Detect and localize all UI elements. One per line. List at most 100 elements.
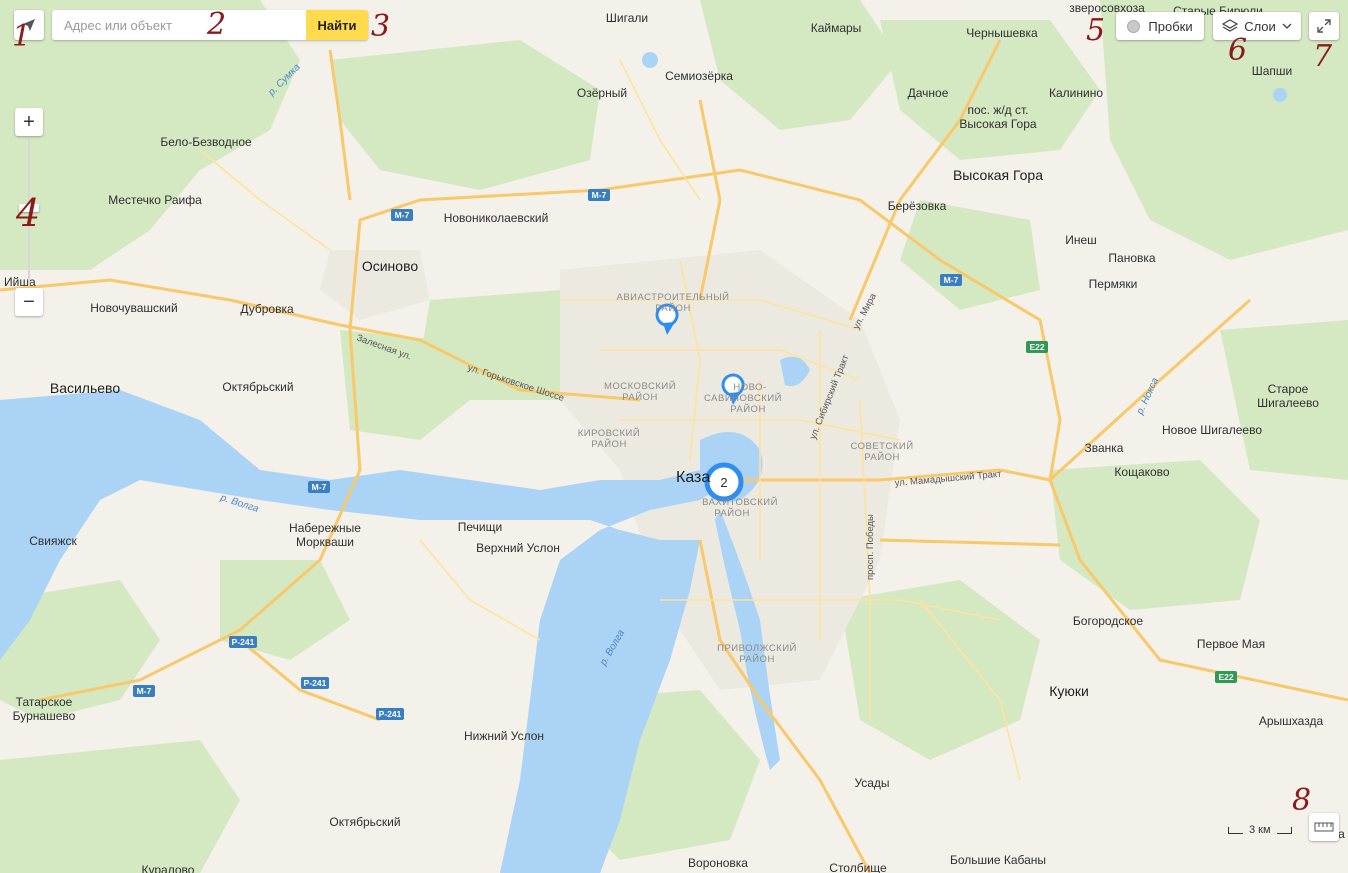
svg-text:Р-241: Р-241 [379,709,402,719]
svg-text:Васильево: Васильево [50,380,120,396]
svg-text:Новое Шигалеево: Новое Шигалеево [1162,423,1262,437]
svg-text:М-7: М-7 [137,686,152,696]
annotation-number: 3 [371,9,391,44]
annotation-number: 1 [12,19,32,54]
ruler-button[interactable] [1309,813,1339,841]
svg-text:М-7: М-7 [312,482,327,492]
svg-text:Свияжск: Свияжск [29,534,77,548]
svg-text:Калинино: Калинино [1049,86,1103,100]
svg-text:просп. Победы: просп. Победы [865,514,876,580]
search-input[interactable] [52,10,306,40]
svg-text:Октябрьский: Октябрьский [329,815,400,829]
traffic-dot-icon [1127,19,1141,33]
svg-text:Нижний Услон: Нижний Услон [464,729,544,743]
svg-text:Усады: Усады [854,776,889,790]
svg-text:Бело-Безводное: Бело-Безводное [160,135,252,149]
svg-text:М-7: М-7 [592,190,607,200]
svg-text:Шигали: Шигали [606,11,648,25]
layers-stack-icon [1222,19,1239,32]
svg-text:Столбище: Столбище [829,861,887,873]
svg-text:Высокая Гора: Высокая Гора [959,117,1037,131]
svg-text:Октябрьский: Октябрьский [222,380,293,394]
svg-text:Дачное: Дачное [908,86,949,100]
svg-text:Чернышевка: Чернышевка [966,26,1038,40]
svg-text:Бурнашево: Бурнашево [13,709,76,723]
svg-text:Верхний Услон: Верхний Услон [476,541,560,555]
svg-text:Инеш: Инеш [1065,233,1097,247]
svg-text:М-7: М-7 [395,210,410,220]
svg-text:E22: E22 [1218,672,1233,682]
svg-text:МОСКОВСКИЙ: МОСКОВСКИЙ [604,380,676,392]
layers-label: Слои [1244,18,1276,34]
svg-text:Званка: Званка [1085,441,1124,455]
chevron-down-icon [1282,23,1292,29]
svg-text:РАЙОН: РАЙОН [714,507,750,519]
svg-text:КИРОВСКИЙ: КИРОВСКИЙ [578,427,640,439]
svg-text:РАЙОН: РАЙОН [730,403,766,415]
svg-text:Каза: Каза [676,469,710,486]
cluster-marker[interactable]: 2 [704,462,744,502]
zoom-in-button[interactable]: + [15,108,43,136]
svg-text:РАЙОН: РАЙОН [591,438,627,450]
svg-text:Вороновка: Вороновка [688,856,748,870]
svg-text:Куралово: Куралово [142,863,195,873]
annotation-number: 5 [1086,13,1106,48]
svg-text:РАЙОН: РАЙОН [739,653,775,665]
svg-text:СОВЕТСКИЙ: СОВЕТСКИЙ [850,440,913,452]
svg-text:Каймары: Каймары [811,21,862,35]
annotation-number: 4 [16,191,41,235]
svg-text:Кощаково: Кощаково [1114,465,1170,479]
svg-text:Новониколаевский: Новониколаевский [444,211,549,225]
svg-text:Богородское: Богородское [1073,614,1143,628]
svg-text:ПРИВОЛЖСКИЙ: ПРИВОЛЖСКИЙ [717,642,797,654]
svg-text:НОВО-: НОВО- [733,382,766,393]
scale-bar-right [1276,826,1292,834]
svg-text:Набережные: Набережные [289,521,361,535]
scale-bar-left [1228,826,1243,834]
traffic-button[interactable]: Пробки [1116,12,1204,40]
svg-text:Дубровка: Дубровка [240,302,294,316]
expand-arrows-icon [1317,19,1331,33]
svg-text:Пановка: Пановка [1108,251,1155,265]
svg-text:Высокая Гора: Высокая Гора [953,167,1043,183]
ruler-icon [1314,822,1334,832]
scale-label: 3 км [1249,824,1271,836]
svg-text:Арышхазда: Арышхазда [1259,714,1324,728]
svg-text:Осиново: Осиново [362,258,419,274]
map-canvas[interactable]: 2 М-7 М-7 М-7 М-7 М-7 E22 E22 Р-241 Р-24… [0,0,1348,873]
svg-text:Озёрный: Озёрный [577,86,627,100]
traffic-label: Пробки [1148,18,1193,34]
svg-text:РАЙОН: РАЙОН [622,391,658,403]
cluster-count: 2 [720,475,727,490]
svg-text:САВИНОВСКИЙ: САВИНОВСКИЙ [704,392,782,404]
svg-text:РАЙОН: РАЙОН [655,302,691,314]
svg-text:Татарское: Татарское [16,695,73,709]
annotation-number: 8 [1292,783,1312,818]
annotation-number: 7 [1313,39,1333,74]
svg-text:Местечко Раифа: Местечко Раифа [108,193,202,207]
svg-text:АВИАСТРОИТЕЛЬНЫЙ: АВИАСТРОИТЕЛЬНЫЙ [616,291,729,303]
svg-text:Моркваши: Моркваши [296,535,354,549]
svg-text:Новочувашский: Новочувашский [90,301,177,315]
svg-text:Шапши: Шапши [1252,64,1293,78]
svg-text:Пермяки: Пермяки [1089,277,1138,291]
layers-button[interactable]: Слои [1213,12,1301,40]
annotation-number: 6 [1228,33,1248,68]
search-button[interactable]: Найти [306,10,368,40]
zoom-out-button[interactable]: − [15,288,43,316]
svg-text:Печищи: Печищи [458,520,502,534]
svg-text:пос. ж/д ст.: пос. ж/д ст. [967,103,1028,117]
svg-text:Берёзовка: Берёзовка [888,199,947,213]
scale-indicator: 3 км [1228,820,1292,840]
annotation-number: 2 [207,7,227,42]
svg-text:Р-241: Р-241 [232,637,255,647]
svg-text:E22: E22 [1029,342,1044,352]
svg-text:ВАХИТОВСКИЙ: ВАХИТОВСКИЙ [702,496,778,508]
svg-text:Семиозёрка: Семиозёрка [665,69,733,83]
fullscreen-button[interactable] [1309,12,1339,40]
svg-text:Р-241: Р-241 [304,678,327,688]
svg-text:Шигалеево: Шигалеево [1257,396,1319,410]
svg-text:РАЙОН: РАЙОН [864,451,900,463]
svg-text:М-7: М-7 [944,275,959,285]
svg-text:Большие Кабаны: Большие Кабаны [950,853,1046,867]
